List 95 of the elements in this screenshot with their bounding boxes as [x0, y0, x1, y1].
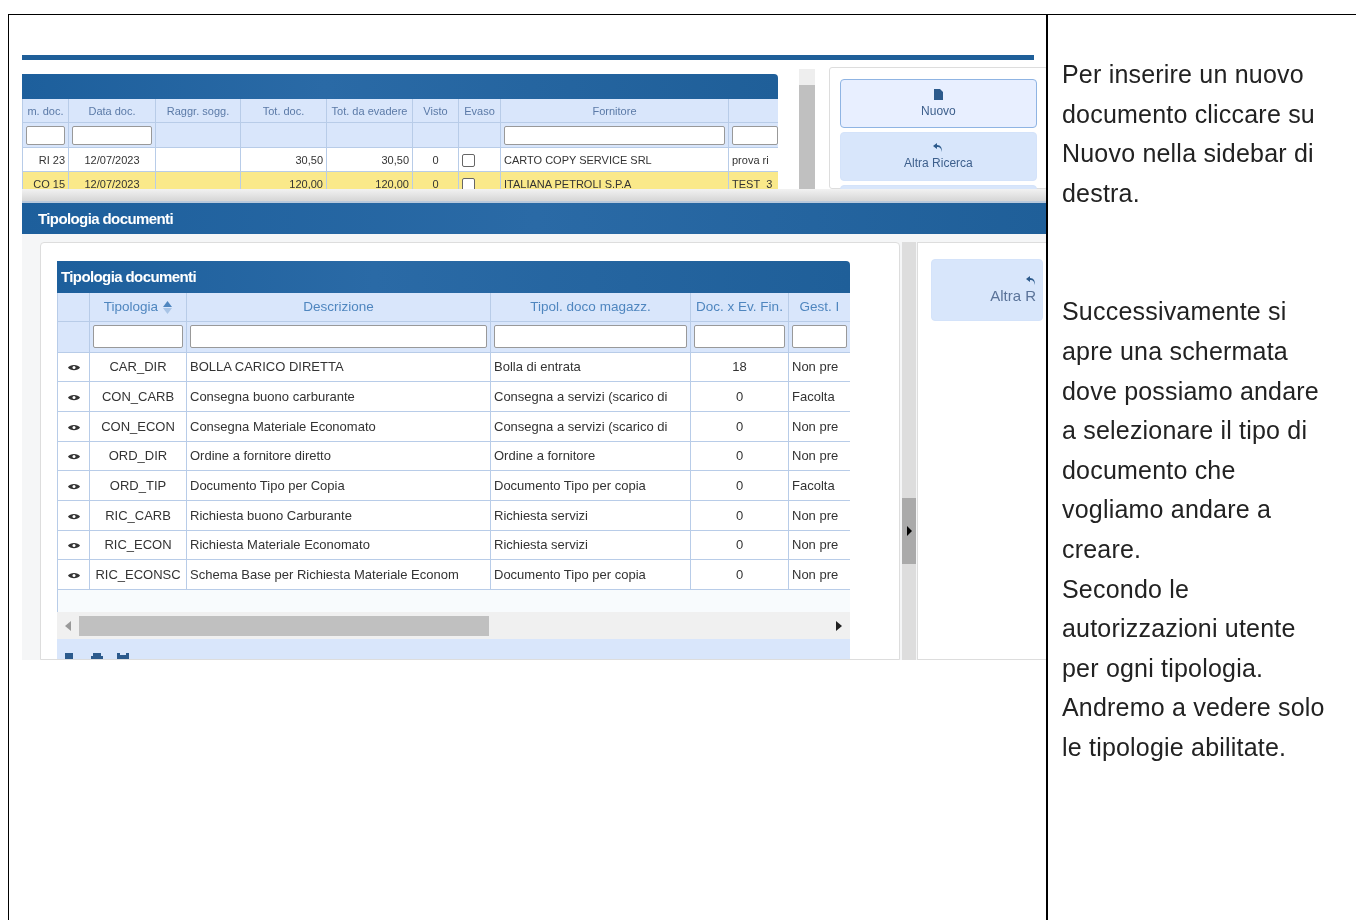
table-cell: 18: [690, 352, 789, 382]
column-header[interactable]: Gest. I: [788, 292, 850, 321]
table-cell: Bolla di entrata: [490, 352, 691, 382]
table-cell: Richiesta servizi: [490, 530, 691, 560]
table-cell: Facolta: [788, 381, 850, 412]
table-cell: RIC_CARB: [89, 500, 187, 531]
eye-icon: [67, 542, 80, 550]
column-header[interactable]: Tipologia: [89, 292, 187, 321]
instruction-text: Andremo a vedere solo le tipologie abilitate.: [1062, 692, 1326, 763]
column-header[interactable]: Tipol. doco magazz.: [490, 292, 691, 321]
column-header[interactable]: Data doc.: [68, 99, 156, 123]
document-icon: [933, 89, 943, 101]
table-cell: CON_CARB: [89, 381, 187, 412]
table-cell: Consegna a servizi (scarico di: [490, 411, 691, 442]
table-cell: Non pre: [788, 441, 850, 471]
table-cell: 30,50: [240, 147, 327, 172]
table-cell: 0: [690, 530, 789, 560]
eye-icon: [67, 453, 80, 461]
table-cell: Ordine a fornitore: [490, 441, 691, 471]
scroll-left-icon[interactable]: [65, 620, 71, 631]
column-header[interactable]: Tot. da evadere: [326, 99, 413, 123]
filter-field[interactable]: [26, 125, 65, 145]
table-cell: CARTO COPY SERVICE SRL: [500, 147, 729, 172]
search-again-button[interactable]: Altra R: [931, 258, 1043, 321]
table-cell: Facolta: [788, 470, 850, 501]
eye-icon: [67, 483, 80, 491]
filter-field[interactable]: [93, 325, 183, 348]
eye-icon: [67, 423, 80, 431]
filter-field[interactable]: [694, 325, 785, 348]
table-cell: 30,50: [326, 147, 413, 172]
table-cell: Richiesta Materiale Economato: [186, 530, 491, 560]
back-arrow-icon: [933, 143, 944, 153]
table-cell: 0: [690, 381, 789, 412]
table-cell: BOLLA CARICO DIRETTA: [186, 352, 491, 382]
eye-icon: [67, 364, 80, 372]
table-cell: Non pre: [788, 530, 850, 560]
scrollbar-thumb[interactable]: [79, 615, 489, 636]
table-cell: Consegna a servizi (scarico di: [490, 381, 691, 412]
table-cell: CON_ECON: [89, 411, 187, 442]
search-again-button[interactable]: Altra Ricerca: [839, 132, 1037, 182]
table-cell: RIC_ECON: [89, 530, 187, 560]
table-cell: CAR_DIR: [89, 352, 187, 382]
table-cell: Richiesta servizi: [490, 500, 691, 531]
filter-field[interactable]: [504, 125, 725, 145]
table-cell: Documento Tipo per Copia: [186, 470, 491, 501]
scroll-right-icon[interactable]: [836, 620, 842, 631]
grid-title: Tipologia documenti: [61, 268, 196, 285]
table-cell: Consegna buono carburante: [186, 381, 491, 412]
eye-icon: [67, 512, 80, 520]
table-cell: ORD_DIR: [89, 441, 187, 471]
column-header[interactable]: Tot. doc.: [240, 99, 327, 123]
table-cell: Schema Base per Richiesta Materiale Econom: [186, 559, 491, 590]
table-cell: Non pre: [788, 352, 850, 382]
column-header[interactable]: Fornitore: [500, 99, 729, 123]
filter-field[interactable]: [732, 125, 778, 145]
table-cell: 0: [690, 559, 789, 590]
table-cell: ORD_TIP: [89, 470, 187, 501]
table-cell: 0: [690, 441, 789, 471]
table-cell: Richiesta buono Carburante: [186, 500, 491, 531]
instruction-text: Successivamente si apre una schermata dove possiamo andare a selezionare il tipo di documento che vogliamo andare a creare.: [1062, 296, 1320, 565]
column-header[interactable]: Visto: [412, 99, 459, 123]
horizontal-scrollbar[interactable]: [57, 612, 850, 639]
column-header[interactable]: Descrizione: [186, 292, 491, 321]
filter-field[interactable]: [190, 325, 487, 348]
checkbox[interactable]: [462, 177, 475, 189]
expand-arrow-icon[interactable]: [906, 525, 912, 536]
instruction-text: Per inserire un nuovo documento cliccare su Nuovo nella sidebar di destra.: [1062, 59, 1316, 209]
filter-field[interactable]: [792, 325, 847, 348]
table-cell: Non pre: [788, 411, 850, 442]
column-header[interactable]: Evaso: [458, 99, 501, 123]
table-cell: 0: [690, 411, 789, 442]
new-button[interactable]: Nuovo: [839, 79, 1037, 129]
table-cell: Non pre: [788, 559, 850, 590]
table-cell: Ordine a fornitore diretto: [186, 441, 491, 471]
table-cell: RI 23: [22, 147, 69, 172]
filter-field[interactable]: [72, 125, 152, 145]
filter-field[interactable]: [494, 325, 687, 348]
eye-icon: [67, 394, 80, 402]
table-cell: RIC_ECONSC: [89, 559, 187, 590]
sort-icon: [163, 300, 173, 314]
back-arrow-icon: [1026, 275, 1036, 285]
table-cell: Documento Tipo per copia: [490, 470, 691, 501]
dialog-title: Tipologia documenti: [38, 209, 173, 227]
table-cell: Documento Tipo per copia: [490, 559, 691, 590]
scrollbar[interactable]: [798, 69, 815, 189]
instruction-text: Secondo le autorizzazioni utente per ogni tipologia.: [1062, 573, 1297, 684]
checkbox[interactable]: [462, 153, 475, 167]
eye-icon: [67, 572, 80, 580]
table-cell: Non pre: [788, 500, 850, 531]
table-cell: Consegna Materiale Economato: [186, 411, 491, 442]
table-cell: 0: [690, 500, 789, 531]
column-header[interactable]: Doc. x Ev. Fin.: [690, 292, 789, 321]
column-header[interactable]: Raggr. sogg.: [155, 99, 241, 123]
table-cell: 0: [690, 470, 789, 501]
column-header[interactable]: m. doc.: [22, 99, 69, 123]
